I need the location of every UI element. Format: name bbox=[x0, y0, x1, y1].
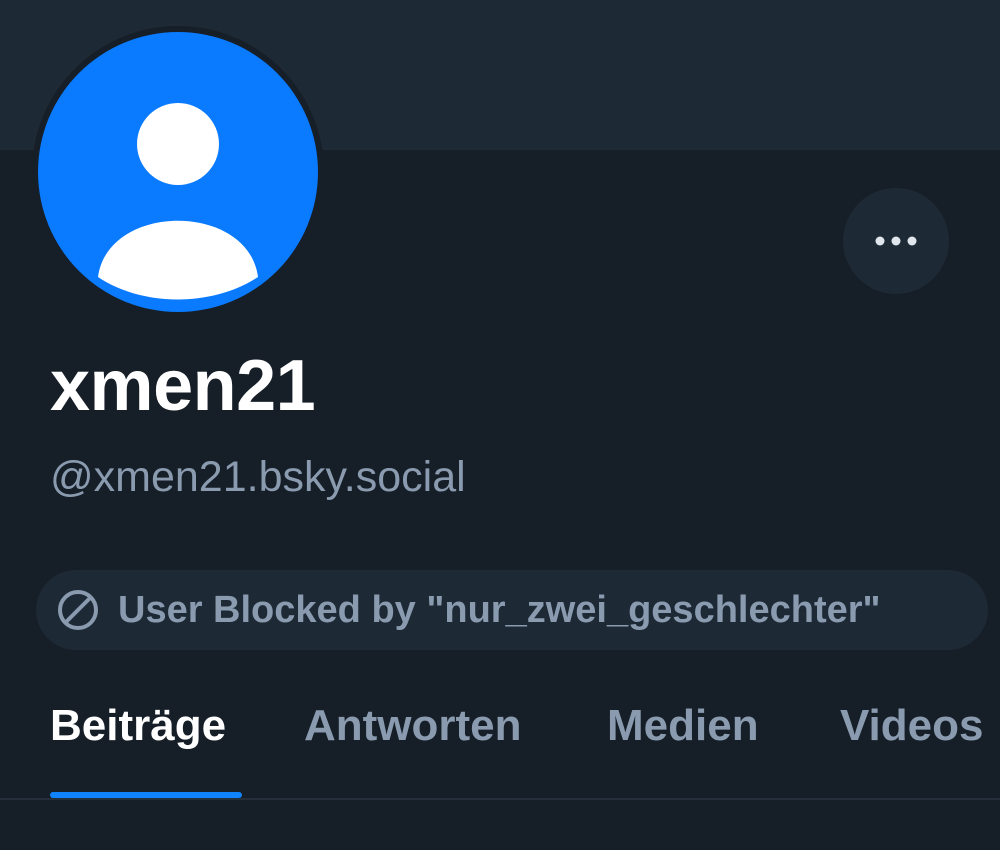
tab-replies[interactable]: Antworten bbox=[304, 672, 544, 798]
user-handle: @xmen21.bsky.social bbox=[50, 453, 466, 501]
avatar[interactable] bbox=[32, 26, 324, 318]
profile-tabs: Beiträge Antworten Medien Videos bbox=[0, 672, 1000, 800]
active-tab-indicator bbox=[50, 792, 242, 798]
ellipsis-icon bbox=[875, 236, 917, 246]
block-icon bbox=[56, 588, 100, 632]
tab-label: Antworten bbox=[304, 701, 522, 750]
tab-posts[interactable]: Beiträge bbox=[50, 672, 242, 798]
default-avatar-icon bbox=[38, 32, 318, 312]
tab-label: Medien bbox=[607, 701, 759, 750]
tab-label: Videos bbox=[840, 701, 984, 750]
more-options-button[interactable] bbox=[843, 188, 949, 294]
blocked-notice-text: User Blocked by "nur_zwei_geschlechter" bbox=[118, 588, 881, 631]
tab-videos[interactable]: Videos bbox=[840, 672, 1000, 798]
blocked-notice[interactable]: User Blocked by "nur_zwei_geschlechter" bbox=[36, 570, 988, 650]
display-name: xmen21 bbox=[50, 346, 316, 426]
tab-media[interactable]: Medien bbox=[607, 672, 777, 798]
tab-label: Beiträge bbox=[50, 701, 227, 750]
